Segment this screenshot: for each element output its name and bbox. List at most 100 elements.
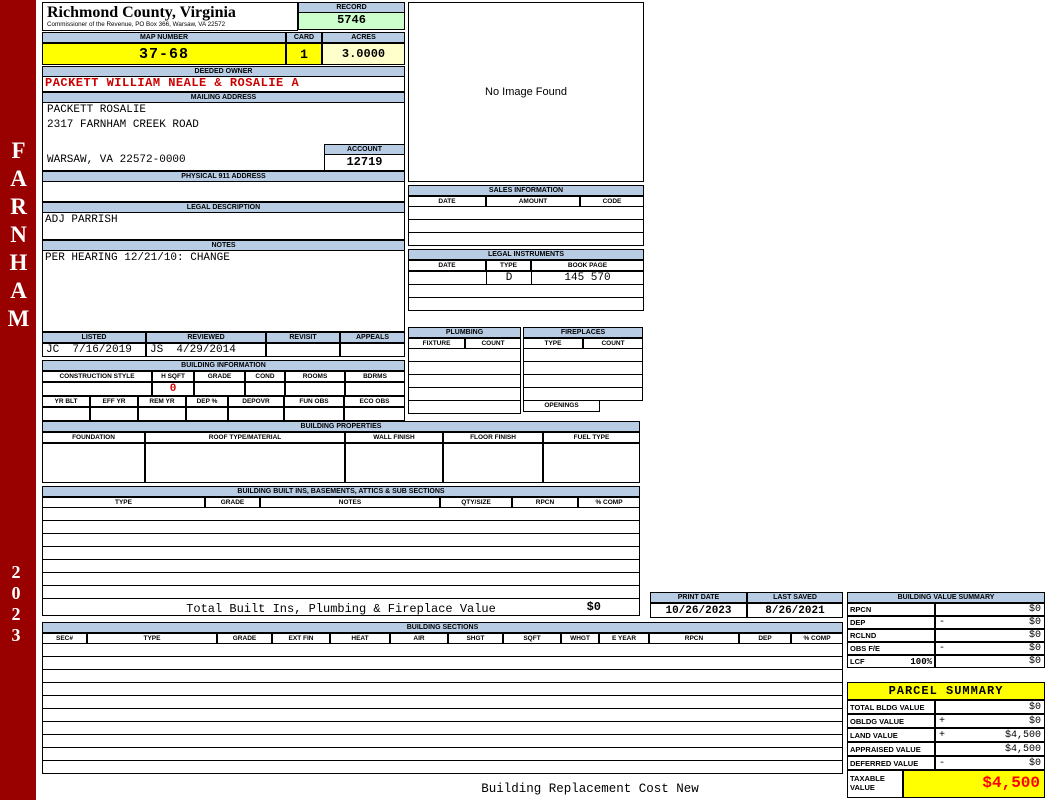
empty-table-row: [408, 285, 644, 298]
empty-table-row: [42, 709, 843, 722]
psum-label: LAND VALUE: [850, 730, 898, 740]
reviewed-value: JS 4/29/2014: [146, 343, 266, 357]
empty-table-row: [523, 362, 643, 375]
psum-op: -: [939, 757, 946, 769]
bvs-amount: $0: [1028, 604, 1041, 615]
property-record-card: { "colors": { "header_bar": "#B8CCE4", "…: [0, 0, 1050, 800]
bs-comp-header: % COMP: [791, 633, 843, 644]
bvs-row-lcf: LCF 100% $0: [847, 655, 1045, 668]
empty-table-row: [42, 735, 843, 748]
foundation-header: FOUNDATION: [42, 432, 145, 443]
bvs-value-cell: - $0: [935, 616, 1045, 629]
sales-date-header: DATE: [408, 196, 486, 207]
deeded-owner-section: DEEDED OWNER PACKETT WILLIAM NEALE & ROS…: [42, 66, 405, 92]
empty-table-row: [42, 683, 843, 696]
bvs-value-cell: $0: [935, 603, 1045, 616]
bs-heat-header: HEAT: [330, 633, 390, 644]
bvs-label-cell: RCLND: [847, 629, 935, 642]
bs-air-header: AIR: [390, 633, 448, 644]
county-header: Richmond County, Virginia Commissioner o…: [42, 2, 298, 31]
li-type-header: TYPE: [486, 260, 531, 271]
sales-amount-header: AMOUNT: [486, 196, 580, 207]
empty-table-row: [523, 388, 643, 401]
psum-row-deferred: DEFERRED VALUE - $0: [847, 756, 1045, 770]
listed-header: LISTED: [42, 332, 146, 343]
psum-value-cell: $0: [935, 700, 1045, 714]
builtins-type-header: TYPE: [42, 497, 205, 508]
property-photo-placeholder: No Image Found: [408, 2, 644, 182]
builtins-grade-header: GRADE: [205, 497, 260, 508]
psum-value-cell: + $0: [935, 714, 1045, 728]
hsqft-header: H SQFT: [152, 371, 194, 382]
bs-rpcn-header: RPCN: [649, 633, 739, 644]
psum-row-total-bldg: TOTAL BLDG VALUE $0: [847, 700, 1045, 714]
bvs-op: -: [939, 617, 946, 628]
empty-table-row: [408, 349, 521, 362]
empty-table-row: [42, 696, 843, 709]
notes-header: NOTES: [42, 240, 405, 251]
bs-shgt-header: SHGT: [448, 633, 503, 644]
account-box: ACCOUNT 12719: [324, 144, 405, 171]
appeals-value: [340, 343, 405, 357]
bvs-label-cell: RPCN: [847, 603, 935, 616]
bvs-amount: $0: [1028, 630, 1041, 641]
li-date-header: DATE: [408, 260, 486, 271]
rooms-header: ROOMS: [285, 371, 345, 382]
card-value: 1: [286, 43, 322, 65]
district-sidebar: FARNHAM 2023: [0, 0, 36, 800]
last-saved-value: 8/26/2021: [747, 603, 843, 618]
notes-section: NOTES PER HEARING 12/21/10: CHANGE: [42, 240, 405, 332]
fireplaces-header: FIREPLACES: [523, 327, 643, 338]
psum-amount: $4,500: [1004, 743, 1041, 755]
map-number-header: MAP NUMBER: [42, 32, 286, 43]
floor-finish-value: [443, 443, 543, 483]
bvs-label: LCF: [850, 657, 865, 666]
empty-table-row: [42, 644, 843, 657]
construction-style-value: [42, 382, 152, 396]
fuel-type-header: FUEL TYPE: [543, 432, 640, 443]
empty-table-row: [408, 388, 521, 401]
psum-op: +: [939, 729, 946, 741]
review-section: LISTED REVIEWED REVISIT APPEALS JC 7/16/…: [42, 332, 405, 357]
dep-pct-value: [186, 407, 228, 421]
legal-instruments-header: LEGAL INSTRUMENTS: [408, 249, 644, 260]
bvs-label: OBS F/E: [850, 644, 881, 653]
openings-header: OPENINGS: [523, 401, 600, 412]
empty-table-row: [42, 748, 843, 761]
bdrms-value: [345, 382, 405, 396]
empty-table-row: [42, 657, 843, 670]
appeals-header: APPEALS: [340, 332, 405, 343]
psum-label: TOTAL BLDG VALUE: [850, 702, 925, 712]
depovr-header: DEPOVR: [228, 396, 284, 407]
bvs-value-cell: $0: [935, 629, 1045, 642]
empty-table-row: [523, 349, 643, 362]
district-label: FARNHAM: [6, 138, 31, 334]
acres-header: ACRES: [322, 32, 405, 43]
fireplaces-count-header: COUNT: [583, 338, 643, 349]
grade-header: GRADE: [194, 371, 245, 382]
empty-table-row: [42, 761, 843, 774]
bdrms-header: BDRMS: [345, 371, 405, 382]
psum-amount: $0: [1028, 701, 1041, 713]
listed-value: JC 7/16/2019: [42, 343, 146, 357]
no-image-text: No Image Found: [485, 86, 567, 98]
builtins-total-row: Total Built Ins, Plumbing & Fireplace Va…: [42, 599, 640, 616]
bs-whgt-header: WHGT: [561, 633, 599, 644]
empty-table-row: [408, 298, 644, 311]
ecoobs-value: [344, 407, 405, 421]
empty-table-row: [42, 670, 843, 683]
effyr-value: [90, 407, 138, 421]
bvs-value-cell: - $0: [935, 642, 1045, 655]
bvs-label-cell: DEP: [847, 616, 935, 629]
empty-table-row: [408, 207, 644, 220]
hsqft-value: 0: [152, 382, 194, 396]
building-sections-header: BUILDING SECTIONS: [42, 622, 843, 633]
bs-grade-header: GRADE: [217, 633, 272, 644]
revisit-value: [266, 343, 340, 357]
remyr-value: [138, 407, 186, 421]
taxable-value-label: TAXABLE VALUE: [847, 770, 903, 798]
last-saved-header: LAST SAVED: [747, 592, 843, 603]
empty-table-row: [42, 722, 843, 735]
sales-code-header: CODE: [580, 196, 644, 207]
bvs-row-obs: OBS F/E - $0: [847, 642, 1045, 655]
